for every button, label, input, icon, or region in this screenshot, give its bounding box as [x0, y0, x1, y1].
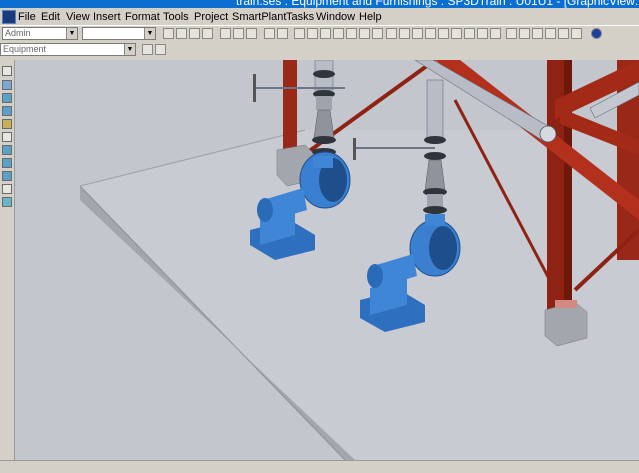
component-icon[interactable] — [2, 197, 12, 207]
component-icon[interactable] — [2, 145, 12, 155]
menu-help[interactable]: Help — [359, 11, 382, 23]
select-icon[interactable] — [2, 66, 12, 76]
menu-window[interactable]: Window — [316, 11, 355, 23]
dropdown-arrow-icon[interactable]: ▼ — [144, 28, 155, 39]
zoom-icon[interactable] — [506, 28, 517, 39]
save-icon[interactable] — [189, 28, 200, 39]
steel-column — [283, 60, 297, 150]
model-scene[interactable] — [15, 60, 639, 460]
measure-icon[interactable] — [294, 28, 305, 39]
window-title: train.ses : Equipment and Furnishings : … — [236, 0, 639, 8]
menu-tools[interactable]: Tools — [163, 11, 189, 23]
filter-icon[interactable] — [155, 44, 166, 55]
open-icon[interactable] — [176, 28, 187, 39]
delete-icon[interactable] — [246, 28, 257, 39]
dropdown-arrow-icon[interactable] — [490, 28, 501, 39]
redo-icon[interactable] — [277, 28, 288, 39]
pipe-vertical — [426, 79, 444, 141]
pipe-end — [539, 125, 557, 143]
shape-icon[interactable] — [2, 119, 12, 129]
role-combo[interactable]: Admin ▼ — [2, 27, 78, 40]
equipment-icon[interactable] — [2, 93, 12, 103]
menu-view[interactable]: View — [66, 11, 90, 23]
menu-edit[interactable]: Edit — [41, 11, 60, 23]
toolbar-icon[interactable] — [386, 28, 397, 39]
valve-handle — [353, 138, 356, 160]
design-icon[interactable] — [2, 132, 12, 142]
cut-icon[interactable] — [220, 28, 231, 39]
window-icon[interactable] — [571, 28, 582, 39]
pan-icon[interactable] — [519, 28, 530, 39]
menu-smartplant[interactable]: SmartPlant — [232, 11, 286, 23]
dropdown-arrow-icon[interactable]: ▼ — [66, 28, 77, 39]
motor-end — [367, 264, 383, 288]
copy-icon[interactable] — [233, 28, 244, 39]
graphic-view[interactable] — [15, 60, 639, 460]
valve-handle — [253, 74, 256, 102]
locate-filter-value: Equipment — [3, 44, 47, 54]
locate-filter-combo[interactable]: Equipment ▼ — [0, 43, 136, 56]
app-icon[interactable] — [2, 10, 16, 24]
toolbar-icon[interactable] — [451, 28, 462, 39]
status-bar — [0, 460, 639, 473]
menu-project[interactable]: Project — [194, 11, 228, 23]
toolbar-icon[interactable] — [464, 28, 475, 39]
filter-icon[interactable] — [142, 44, 153, 55]
pump-nozzle — [425, 214, 445, 226]
flange — [424, 136, 446, 144]
menu-tasks[interactable]: Tasks — [286, 11, 314, 23]
view-icon[interactable] — [307, 28, 318, 39]
toolbar-icon[interactable] — [399, 28, 410, 39]
menu-format[interactable]: Format — [125, 11, 160, 23]
component-icon[interactable] — [2, 158, 12, 168]
toolbar-icon[interactable] — [425, 28, 436, 39]
nozzle-icon[interactable] — [2, 106, 12, 116]
window-icon[interactable] — [558, 28, 569, 39]
view-icon[interactable] — [372, 28, 383, 39]
base-plate — [555, 300, 577, 308]
view-icon[interactable] — [359, 28, 370, 39]
motor-end — [257, 198, 273, 222]
flange — [312, 136, 336, 144]
toolbar-icon[interactable] — [438, 28, 449, 39]
help-icon[interactable] — [591, 28, 602, 39]
view-icon[interactable] — [333, 28, 344, 39]
menu-file[interactable]: File — [18, 11, 36, 23]
window-icon[interactable] — [545, 28, 556, 39]
pump-nozzle — [313, 156, 333, 168]
vertical-toolbar — [0, 60, 15, 460]
pier-footing — [544, 301, 588, 347]
dropdown-arrow-icon[interactable]: ▼ — [124, 44, 135, 55]
flange — [313, 70, 335, 78]
view-icon[interactable] — [320, 28, 331, 39]
toolbar-icon[interactable] — [412, 28, 423, 39]
pipe-spool — [316, 96, 332, 110]
flange — [424, 152, 446, 160]
empty-combo[interactable]: ▼ — [82, 27, 156, 40]
flange — [423, 206, 447, 214]
toolbar-icon[interactable] — [477, 28, 488, 39]
title-bar: train.ses : Equipment and Furnishings : … — [0, 0, 639, 8]
new-icon[interactable] — [163, 28, 174, 39]
undo-icon[interactable] — [264, 28, 275, 39]
reducer — [313, 109, 335, 139]
equipment-icon[interactable] — [2, 80, 12, 90]
menu-insert[interactable]: Insert — [93, 11, 121, 23]
view-icon[interactable] — [346, 28, 357, 39]
pipe-spool — [427, 194, 443, 208]
component-icon[interactable] — [2, 184, 12, 194]
pump-casing-face — [429, 226, 457, 270]
component-icon[interactable] — [2, 171, 12, 181]
role-combo-value: Admin — [5, 28, 31, 38]
print-icon[interactable] — [202, 28, 213, 39]
fit-icon[interactable] — [532, 28, 543, 39]
